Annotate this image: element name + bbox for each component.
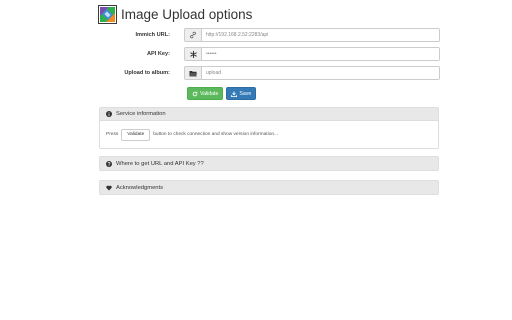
api-key-group xyxy=(184,47,440,61)
upload-album-label: Upload to album: xyxy=(124,70,170,76)
where-to-get-panel: Where to get URL and API Key ?? xyxy=(99,156,439,171)
refresh-icon xyxy=(192,90,198,97)
immich-url-input[interactable] xyxy=(202,29,439,41)
service-info-panel: Service information Press Validate butto… xyxy=(99,107,439,149)
upload-album-row: Upload to album: xyxy=(98,66,440,80)
where-to-get-heading[interactable]: Where to get URL and API Key ?? xyxy=(100,157,438,170)
validate-button-label: Validate xyxy=(200,90,219,97)
api-key-row: API Key: xyxy=(98,47,440,61)
service-info-text-prefix: Press xyxy=(106,132,119,137)
app-logo-icon xyxy=(98,4,117,24)
validate-button[interactable]: Validate xyxy=(187,87,224,100)
acknowledgments-heading[interactable]: Acknowledgments xyxy=(100,181,438,194)
form-actions: Validate Save xyxy=(187,87,257,100)
link-icon xyxy=(185,29,202,41)
service-info-text-suffix: button to check connection and show vers… xyxy=(153,132,279,137)
info-icon xyxy=(106,111,112,117)
where-to-get-title: Where to get URL and API Key ?? xyxy=(116,160,204,167)
upload-album-group xyxy=(184,66,440,80)
immich-url-label: Immich URL: xyxy=(135,32,171,38)
panel-validate-button[interactable]: Validate xyxy=(121,128,151,141)
heart-icon xyxy=(106,185,112,191)
service-info-title: Service information xyxy=(116,111,166,117)
api-key-input[interactable] xyxy=(202,48,439,60)
save-button[interactable]: Save xyxy=(226,87,257,100)
immich-url-row: Immich URL: xyxy=(98,28,440,42)
api-key-label: API Key: xyxy=(146,51,170,57)
immich-url-group xyxy=(184,28,440,42)
acknowledgments-panel: Acknowledgments xyxy=(99,180,439,195)
page-title: Image Upload options xyxy=(121,6,253,22)
question-icon xyxy=(106,160,112,167)
folder-icon xyxy=(185,67,202,79)
asterisk-icon xyxy=(185,48,202,60)
page-header: Image Upload options xyxy=(98,4,252,24)
acknowledgments-title: Acknowledgments xyxy=(116,184,164,191)
service-info-body: Press Validate button to check connectio… xyxy=(100,121,438,148)
save-button-label: Save xyxy=(239,90,252,97)
download-icon xyxy=(231,90,238,97)
upload-album-input[interactable] xyxy=(202,67,439,79)
service-info-heading[interactable]: Service information xyxy=(100,108,438,121)
